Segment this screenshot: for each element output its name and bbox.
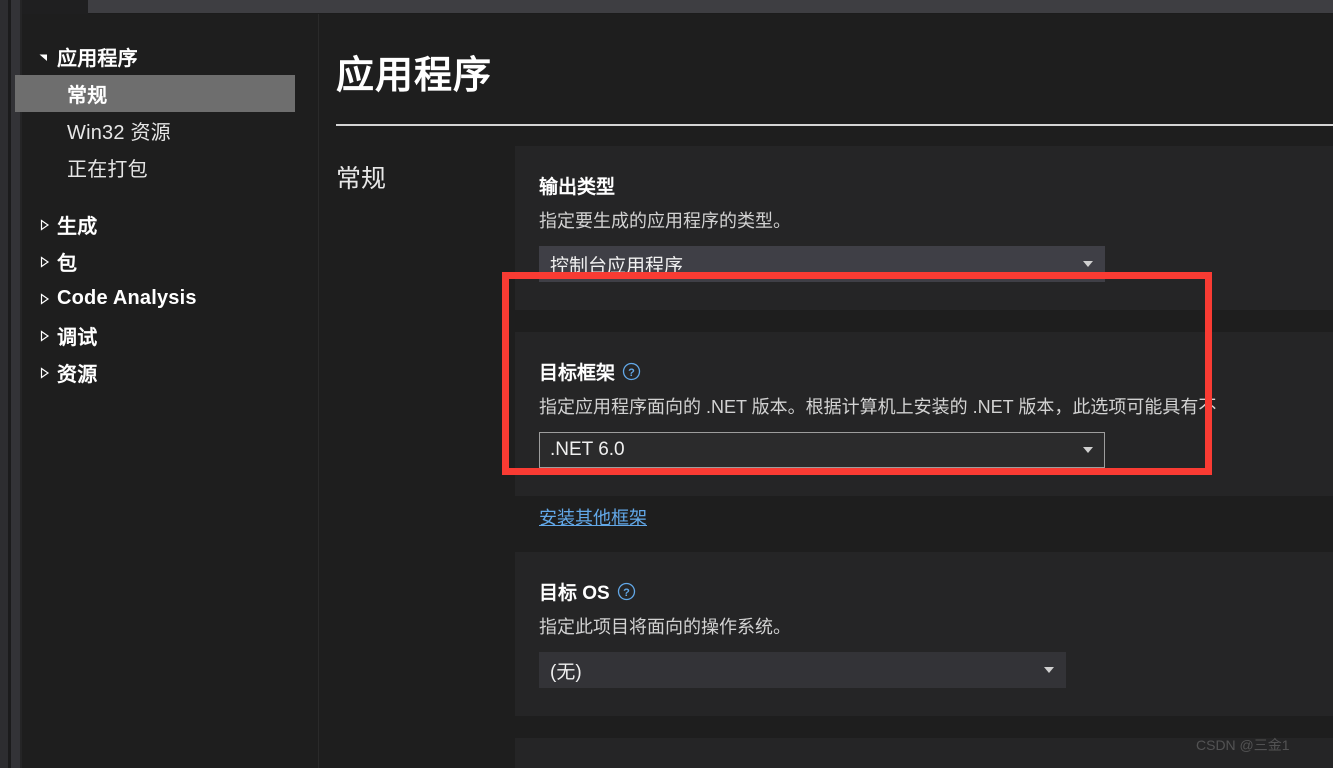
property-description: 指定此项目将面向的操作系统。 (539, 617, 791, 638)
sidebar-item-label: 包 (57, 253, 78, 275)
properties-content-pane: 应用程序 常规 输出类型 指定要生成的应用程序的类型。 控制台应用程序 目标框架 (319, 14, 1333, 768)
sidebar-item-label: Code Analysis (57, 287, 197, 309)
sidebar-item-general[interactable]: 常规 (15, 75, 295, 112)
properties-navigation-sidebar: 应用程序 常规 Win32 资源 正在打包 生成 包 Code Analysis… (15, 14, 319, 768)
target-os-value: (无) (550, 661, 582, 683)
chevron-down-icon (37, 50, 57, 64)
property-group-output-type: 输出类型 指定要生成的应用程序的类型。 控制台应用程序 (515, 146, 1333, 311)
property-title-text: 输出类型 (539, 177, 616, 198)
chevron-down-icon (1083, 261, 1093, 268)
sidebar-item-resources[interactable]: 资源 (22, 354, 318, 391)
property-group-startup-object: 启动对象 定义在加载应用程序时要调用的入口点。通常，此项设置为应用程序中的主窗体… (515, 738, 1333, 768)
property-group-target-os: 目标 OS ? 指定此项目将面向的操作系统。 (无) (515, 552, 1333, 717)
chevron-right-icon (37, 218, 57, 232)
sidebar-item-label: 生成 (57, 216, 98, 238)
property-title: 输出类型 (539, 172, 1309, 199)
property-title-text: 启动对象 (539, 764, 615, 768)
chevron-right-icon (37, 366, 57, 380)
sidebar-item-code-analysis[interactable]: Code Analysis (22, 280, 318, 317)
section-label-general: 常规 (336, 165, 387, 193)
property-title-text: 目标框架 (539, 363, 616, 385)
chevron-right-icon (37, 292, 57, 306)
visual-studio-project-properties-window: 应用程序 常规 Win32 资源 正在打包 生成 包 Code Analysis… (0, 0, 1333, 768)
toolbar-strip[interactable] (88, 0, 1333, 14)
svg-text:?: ? (623, 587, 630, 599)
property-title-text: 目标 OS (539, 583, 610, 605)
chevron-down-icon (1083, 447, 1093, 454)
svg-text:?: ? (628, 367, 635, 379)
sidebar-item-label: 应用程序 (57, 48, 138, 70)
target-os-dropdown[interactable]: (无) (539, 652, 1066, 689)
chevron-down-icon (1044, 667, 1054, 674)
sidebar-item-debug[interactable]: 调试 (22, 317, 318, 354)
sidebar-item-packaging[interactable]: 正在打包 (22, 149, 318, 186)
chevron-right-icon (37, 255, 57, 269)
sidebar-item-label: 常规 (67, 85, 108, 107)
install-other-frameworks-link[interactable]: 安装其他框架 (539, 508, 647, 528)
title-divider (336, 124, 1333, 126)
property-group-list: 输出类型 指定要生成的应用程序的类型。 控制台应用程序 目标框架 ? 指定应用程… (515, 146, 1333, 768)
target-framework-value: .NET 6.0 (550, 439, 625, 461)
property-description: 指定要生成的应用程序的类型。 (539, 211, 791, 231)
sidebar-item-package[interactable]: 包 (22, 243, 318, 280)
sidebar-item-label: 正在打包 (67, 159, 148, 181)
target-framework-dropdown[interactable]: .NET 6.0 (539, 432, 1105, 469)
chevron-right-icon (37, 329, 57, 343)
property-title: 启动对象 (539, 764, 1309, 768)
sidebar-item-application[interactable]: 应用程序 (22, 38, 318, 75)
property-title: 目标 OS ? (539, 578, 1309, 605)
sidebar-item-build[interactable]: 生成 (22, 206, 318, 243)
question-circle-icon[interactable]: ? (622, 362, 641, 381)
toolbar-strip-gap (22, 0, 88, 14)
page-title: 应用程序 (336, 55, 493, 97)
property-title: 目标框架 ? (539, 358, 1309, 385)
sidebar-item-label: Win32 资源 (67, 122, 171, 144)
output-type-value: 控制台应用程序 (550, 255, 684, 277)
property-group-target-framework: 目标框架 ? 指定应用程序面向的 .NET 版本。根据计算机上安装的 .NET … (515, 332, 1333, 497)
window-edge-outer (0, 0, 8, 768)
install-frameworks-row: 安装其他框架 (515, 496, 1333, 531)
window-edge-inner (11, 0, 20, 768)
property-description: 指定应用程序面向的 .NET 版本。根据计算机上安装的 .NET 版本，此选项可… (539, 397, 1217, 418)
sidebar-item-win32-resources[interactable]: Win32 资源 (22, 112, 318, 149)
sidebar-item-label: 资源 (57, 364, 98, 386)
question-circle-icon[interactable]: ? (617, 582, 636, 601)
sidebar-item-label: 调试 (57, 327, 98, 349)
output-type-dropdown[interactable]: 控制台应用程序 (539, 246, 1105, 283)
